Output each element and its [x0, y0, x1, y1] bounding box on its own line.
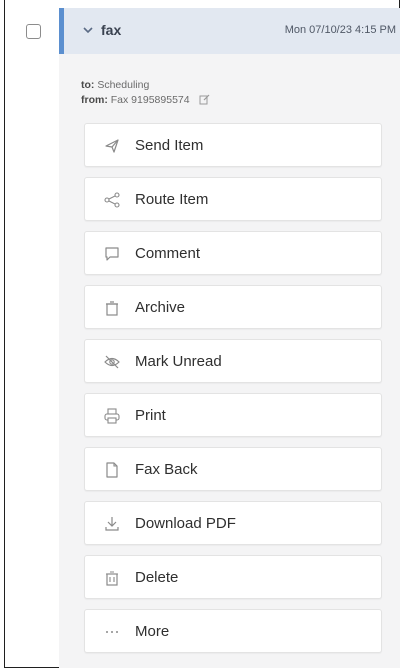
edit-icon[interactable] [199, 94, 210, 105]
comment-button[interactable]: Comment [84, 231, 382, 275]
chevron-down-icon[interactable] [81, 23, 95, 37]
printer-icon [104, 408, 120, 424]
sender-line: from: Fax 9195895574 [81, 94, 210, 106]
archive-label: Archive [135, 299, 186, 316]
from-value: Fax 9195895574 [110, 94, 190, 106]
from-label: from: [81, 94, 108, 106]
document-icon [106, 462, 118, 478]
trash-icon [106, 571, 118, 586]
selection-accent-bar [59, 8, 64, 54]
send-icon [105, 139, 119, 153]
select-checkbox[interactable] [26, 24, 41, 39]
route-item-label: Route Item [135, 191, 209, 208]
share-icon [104, 192, 120, 208]
to-label: to: [81, 79, 95, 91]
ellipsis-icon [106, 631, 118, 633]
recipient-line: to: Scheduling [81, 79, 149, 91]
fax-back-label: Fax Back [135, 461, 198, 478]
message-subject: fax [101, 22, 122, 38]
route-item-button[interactable]: Route Item [84, 177, 382, 221]
message-header[interactable]: fax Mon 07/10/23 4:15 PM [59, 8, 400, 54]
download-pdf-button[interactable]: Download PDF [84, 501, 382, 545]
to-value: Scheduling [97, 79, 150, 91]
print-button[interactable]: Print [84, 393, 382, 437]
mark-unread-button[interactable]: Mark Unread [84, 339, 382, 383]
send-item-label: Send Item [135, 137, 204, 154]
mark-unread-label: Mark Unread [135, 353, 222, 370]
delete-label: Delete [135, 569, 179, 586]
download-icon [105, 517, 119, 531]
fax-back-button[interactable]: Fax Back [84, 447, 382, 491]
archive-button[interactable]: Archive [84, 285, 382, 329]
comment-label: Comment [135, 245, 201, 262]
eye-off-icon [104, 355, 120, 369]
comment-icon [105, 247, 119, 261]
more-label: More [135, 623, 170, 640]
more-button[interactable]: More [84, 609, 382, 653]
archive-icon [106, 301, 118, 316]
print-label: Print [135, 407, 166, 424]
download-pdf-label: Download PDF [135, 515, 236, 532]
message-date: Mon 07/10/23 4:15 PM [284, 24, 396, 36]
delete-button[interactable]: Delete [84, 555, 382, 599]
send-item-button[interactable]: Send Item [84, 123, 382, 167]
